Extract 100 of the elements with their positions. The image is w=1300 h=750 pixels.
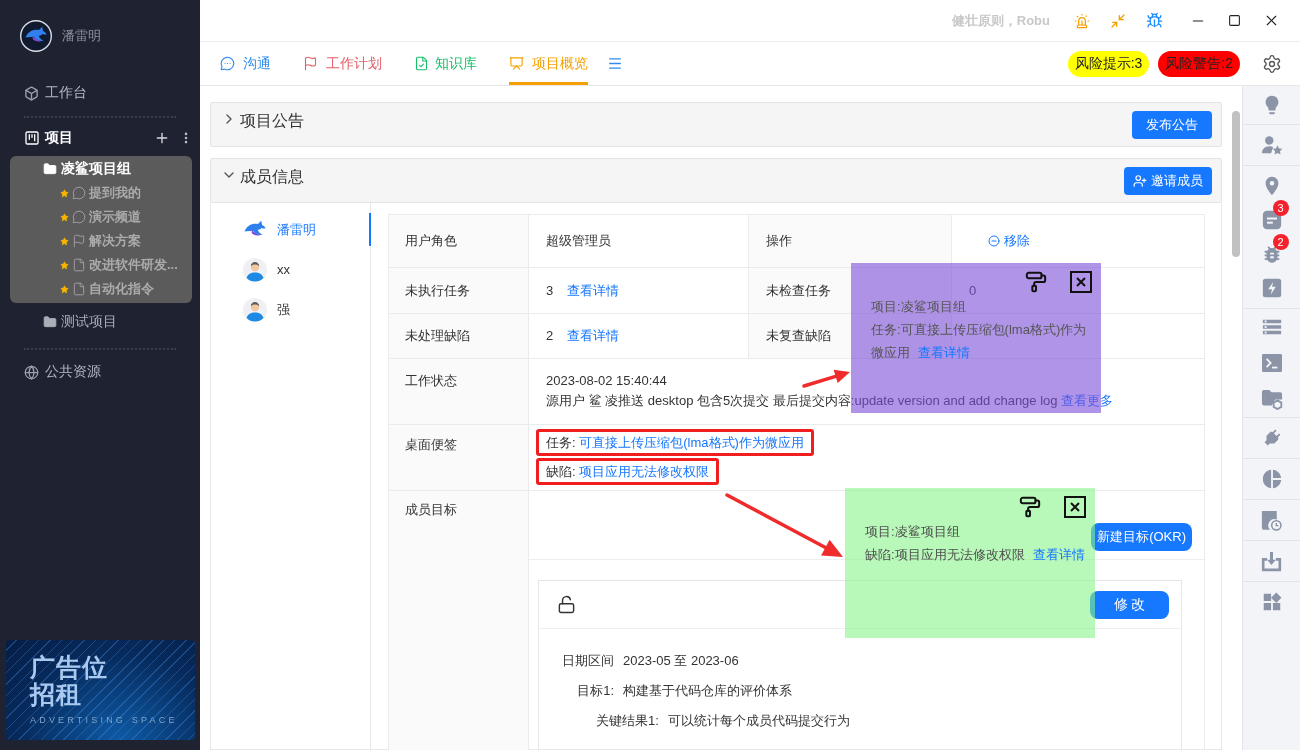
paint-roller-icon[interactable] — [1025, 271, 1047, 293]
row-label: 桌面便签 — [389, 425, 529, 491]
invite-button[interactable]: 邀请成员 — [1124, 166, 1212, 195]
count-badge: 3 — [1272, 200, 1289, 216]
chat-bubble-icon — [72, 210, 86, 224]
field-value: 构建基于代码仓库的评价体系 — [623, 682, 792, 700]
table-cell: 超级管理员 — [529, 215, 749, 268]
cube-icon — [24, 85, 39, 101]
note-text: 任务:可直接上传压缩包(lma格式)作为微应用 查看详情 — [871, 321, 1088, 362]
note-project: 项目:凌鲨项目组 — [865, 523, 961, 541]
count-value: 3 — [546, 281, 554, 300]
publish-button[interactable]: 发布公告 — [1132, 110, 1212, 139]
maximize-icon[interactable] — [1228, 14, 1241, 27]
person-avatar-icon — [243, 257, 267, 282]
member-item[interactable]: 潘雷明 — [211, 213, 371, 246]
note-text: 缺陷:项目应用无法修改权限 查看详情 — [865, 546, 1086, 564]
new-goal-button[interactable]: 新建目标(OKR) — [1091, 523, 1192, 551]
row-label: 用户角色 — [389, 215, 529, 268]
shrink-arrows-icon[interactable] — [1110, 12, 1126, 29]
panel-title: 项目公告 — [240, 111, 304, 131]
person-avatar-icon — [243, 297, 267, 322]
panel-header[interactable]: 成员信息 邀请成员 — [210, 158, 1222, 203]
row-label: 操作 — [749, 215, 952, 268]
bug-icon[interactable] — [1145, 12, 1163, 29]
flag-icon — [303, 56, 318, 71]
user-name: 潘雷明 — [62, 27, 101, 45]
flag-icon — [72, 234, 86, 248]
field-label: 日期区间 — [561, 652, 614, 670]
ad-title: 招租 — [30, 681, 83, 708]
row-label: 工作状态 — [389, 359, 529, 425]
status-time: 2023-08-02 15:40:44 — [546, 372, 667, 390]
add-icon[interactable] — [154, 130, 170, 146]
close-icon[interactable] — [1064, 496, 1086, 518]
note-link[interactable]: 查看详情 — [1032, 547, 1085, 562]
member-item[interactable]: 强 — [211, 293, 371, 326]
folder-gear-icon[interactable] — [1260, 388, 1283, 410]
nav-item[interactable]: 工作台 — [24, 80, 87, 106]
globe-icon — [24, 364, 39, 380]
field-value: 可以统计每个成员代码提交行为 — [667, 712, 850, 730]
remove-link[interactable]: 移除 — [988, 231, 1030, 251]
tab[interactable]: 项目概览 — [509, 42, 588, 85]
project-tree-item[interactable]: 测试项目 — [43, 310, 117, 334]
paint-roller-icon[interactable] — [1019, 496, 1041, 518]
user-star-icon[interactable] — [1260, 134, 1283, 156]
count-value: 2 — [546, 327, 554, 345]
row-label: 未执行任务 — [389, 268, 529, 314]
project-tree-item[interactable]: 演示频道 — [60, 205, 141, 229]
nav-item[interactable]: 项目 — [24, 129, 73, 147]
alarm-light-icon[interactable] — [1074, 12, 1090, 29]
status-text: 源用户 鲨 凌推送 desktop 包含5次提交 最后提交内容:update version and add change log 查看更多 — [546, 392, 1114, 410]
folder-icon — [43, 162, 57, 176]
ad-title: 广告位 — [30, 654, 109, 681]
field-label: 关键结果1: — [596, 712, 659, 730]
project-tree-item[interactable]: 自动化指令 — [60, 277, 154, 301]
document-clock-icon[interactable] — [1261, 509, 1282, 531]
shark-avatar-icon — [20, 20, 52, 52]
scrollbar-thumb[interactable] — [1232, 111, 1240, 257]
risk-badge[interactable]: 风险警告:2 — [1158, 50, 1240, 77]
panel-header[interactable]: 项目公告 发布公告 — [210, 102, 1222, 147]
project-tree-item[interactable]: 凌鲨项目组 — [43, 157, 131, 181]
download-icon[interactable] — [1261, 550, 1282, 572]
count-badge: 2 — [1272, 234, 1289, 250]
chat-bubble-icon — [220, 56, 235, 71]
terminal-icon[interactable] — [1260, 353, 1283, 373]
project-tree-item[interactable]: 提到我的 — [60, 181, 141, 205]
settings-icon[interactable] — [1262, 53, 1282, 74]
detail-link[interactable]: 查看详情 — [567, 280, 620, 301]
desk-note-line: 任务: 可直接上传压缩包(lma格式)作为微应用 — [546, 433, 804, 452]
folder-icon — [43, 315, 57, 329]
minus-circle-icon — [988, 235, 1000, 247]
chat-bubble-icon — [72, 186, 86, 200]
panel-title: 成员信息 — [240, 167, 304, 187]
more-link[interactable]: 查看更多 — [1061, 393, 1114, 408]
document-check-icon — [414, 56, 429, 71]
project-tree-item[interactable]: 改进软件研发... — [60, 253, 178, 277]
edit-button[interactable]: 修 改 — [1090, 590, 1169, 619]
row-label: 未处理缺陷 — [389, 314, 529, 359]
member-item[interactable]: xx — [211, 253, 371, 286]
risk-badge[interactable]: 风险提示:3 — [1067, 50, 1150, 77]
project-tree-item[interactable]: 解决方案 — [60, 229, 141, 253]
note-link[interactable]: 可直接上传压缩包(lma格式)作为微应用 — [579, 434, 804, 450]
close-icon[interactable] — [1070, 271, 1092, 293]
ad-caption: ADVERTISING SPACE — [30, 714, 179, 726]
note-link[interactable]: 项目应用无法修改权限 — [579, 463, 710, 479]
nav-item[interactable]: 公共资源 — [24, 359, 101, 385]
tab[interactable]: 沟通 — [220, 42, 271, 85]
lightning-icon[interactable] — [1261, 278, 1282, 298]
tab[interactable]: 知识库 — [414, 42, 477, 85]
menu-icon[interactable] — [607, 55, 623, 72]
user-plus-icon — [1133, 173, 1147, 188]
field-label: 目标1: — [576, 682, 614, 700]
pie-chart-icon[interactable] — [1260, 468, 1283, 490]
desk-note-line: 缺陷: 项目应用无法修改权限 — [546, 462, 710, 481]
open-padlock-icon[interactable] — [557, 595, 576, 614]
detail-link[interactable]: 查看详情 — [567, 326, 620, 346]
note-icon[interactable] — [1261, 210, 1282, 230]
tab[interactable]: 工作计划 — [303, 42, 382, 85]
document-icon — [72, 282, 86, 296]
document-icon — [72, 258, 86, 272]
note-project: 项目:凌鲨项目组 — [871, 298, 967, 316]
